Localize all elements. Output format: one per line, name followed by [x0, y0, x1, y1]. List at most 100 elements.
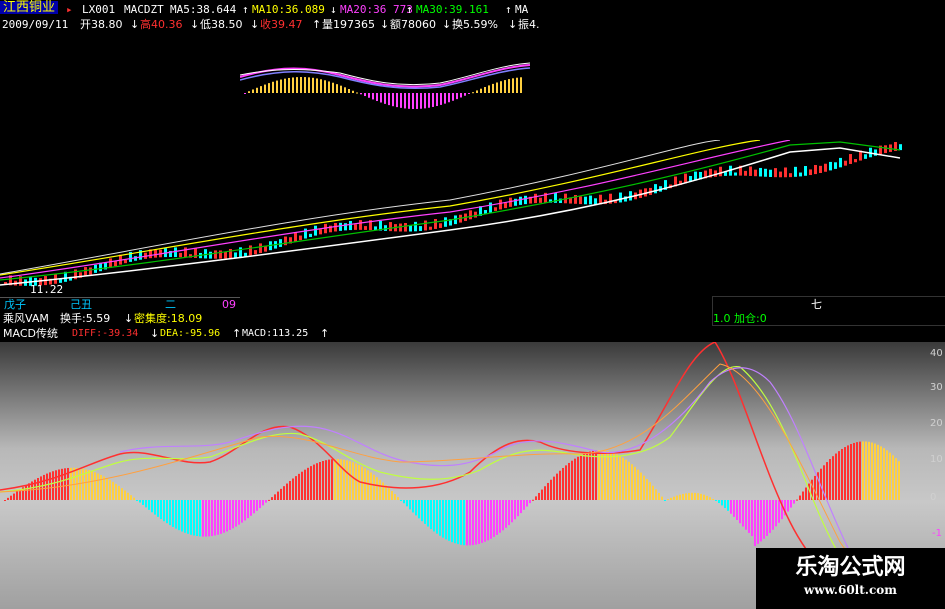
macd-bar: [250, 500, 252, 516]
macd-bar: [883, 448, 885, 500]
macd-bar: [487, 500, 489, 541]
mini-bar: [256, 87, 258, 93]
macd-bar: [43, 474, 45, 500]
macd-bar: [10, 495, 12, 500]
watermark-title: 乐淘公式网: [795, 555, 906, 580]
candle: [244, 252, 247, 257]
mini-bar: [452, 93, 454, 101]
macd-bar: [727, 500, 729, 511]
macd-bar: [190, 500, 192, 535]
candle: [299, 235, 302, 241]
macd-bar: [571, 460, 573, 500]
candle: [534, 193, 537, 204]
macd-bar: [439, 500, 441, 536]
macd-bar: [268, 499, 270, 501]
arrow-right-icon[interactable]: ▸: [66, 3, 73, 16]
macd-bar: [349, 461, 351, 500]
mini-bar: [396, 93, 398, 108]
period-label[interactable]: 己丑: [70, 298, 92, 311]
diff-value: DIFF:-39.34: [72, 328, 139, 339]
macd-bar: [64, 468, 66, 500]
macd-bar: [709, 497, 711, 500]
mini-bar: [456, 93, 458, 100]
candle: [414, 221, 417, 232]
ma30-value: MA30:39.161: [416, 3, 489, 16]
candle: [439, 223, 442, 228]
mini-bar: [280, 79, 282, 93]
candle: [539, 197, 542, 203]
macd-bar: [415, 500, 417, 516]
macd-axis-label: 0: [930, 492, 937, 503]
mini-bar: [400, 93, 402, 108]
macd-bar: [721, 500, 723, 506]
macd-bar: [154, 500, 156, 515]
ma-arrow-icon: ↓: [330, 3, 337, 16]
mini-bar: [296, 77, 298, 93]
macd-bar: [619, 455, 621, 500]
candle: [759, 167, 762, 177]
period-label[interactable]: 戊子: [4, 298, 26, 311]
candle: [209, 251, 212, 259]
macd-bar: [898, 461, 900, 500]
macd-bar: [355, 463, 357, 500]
macd-bar: [874, 443, 876, 500]
period-label[interactable]: 二: [165, 298, 176, 311]
macd-bar: [538, 492, 540, 500]
mini-bar: [512, 78, 514, 93]
low-price-label: 11.22: [30, 283, 64, 296]
macd-bar: [325, 460, 327, 500]
mini-bar: [356, 92, 358, 94]
candle: [499, 199, 502, 210]
macd-bar: [850, 444, 852, 500]
mini-bar: [304, 77, 306, 93]
macd-bar: [181, 500, 183, 532]
macd-bar: [373, 474, 375, 500]
macd-bar: [394, 494, 396, 500]
macd-indicator-name[interactable]: MACD传统: [3, 327, 58, 340]
candle: [749, 166, 752, 176]
macd-bar: [421, 500, 423, 522]
macd-bar: [775, 500, 777, 527]
macd-bar: [568, 462, 570, 500]
macd-bar: [148, 500, 150, 510]
stock-name[interactable]: 江西铜业: [0, 1, 59, 14]
arrow-up-icon: ↑: [312, 18, 322, 31]
indicator-name[interactable]: MACDZT: [124, 3, 164, 16]
period-label[interactable]: 09: [222, 298, 236, 311]
candle: [444, 217, 447, 227]
mini-bar: [428, 93, 430, 108]
macd-bar: [484, 500, 486, 542]
macd-bar: [673, 496, 675, 500]
macd-bar: [232, 500, 234, 529]
mini-bar: [504, 80, 506, 93]
macd-bar: [118, 485, 120, 500]
candle: [864, 154, 867, 159]
mini-bar: [380, 93, 382, 103]
macd-bar: [772, 500, 774, 530]
macd-bar: [412, 500, 414, 513]
macd-bar: [226, 500, 228, 532]
macd-bar: [445, 500, 447, 540]
candle: [89, 267, 92, 275]
macd-bar: [289, 480, 291, 500]
macd-bar: [745, 500, 747, 530]
macd-bar: [760, 500, 762, 542]
candle: [824, 163, 827, 172]
candle: [114, 261, 117, 267]
candle: [419, 226, 422, 231]
mini-bar: [276, 80, 278, 93]
mini-bar: [344, 87, 346, 93]
macd-bar: [532, 499, 534, 501]
candle: [829, 161, 832, 171]
macd-bar: [328, 459, 330, 500]
mini-bar: [392, 93, 394, 107]
mini-bar: [500, 81, 502, 93]
kline-chart[interactable]: [0, 140, 930, 300]
mini-bar: [340, 85, 342, 93]
macd-bar: [754, 500, 756, 547]
mini-bar: [448, 93, 450, 103]
mini-bar: [288, 77, 290, 93]
candle: [234, 252, 237, 258]
mini-bar: [492, 83, 494, 93]
macd-bar: [691, 492, 693, 500]
